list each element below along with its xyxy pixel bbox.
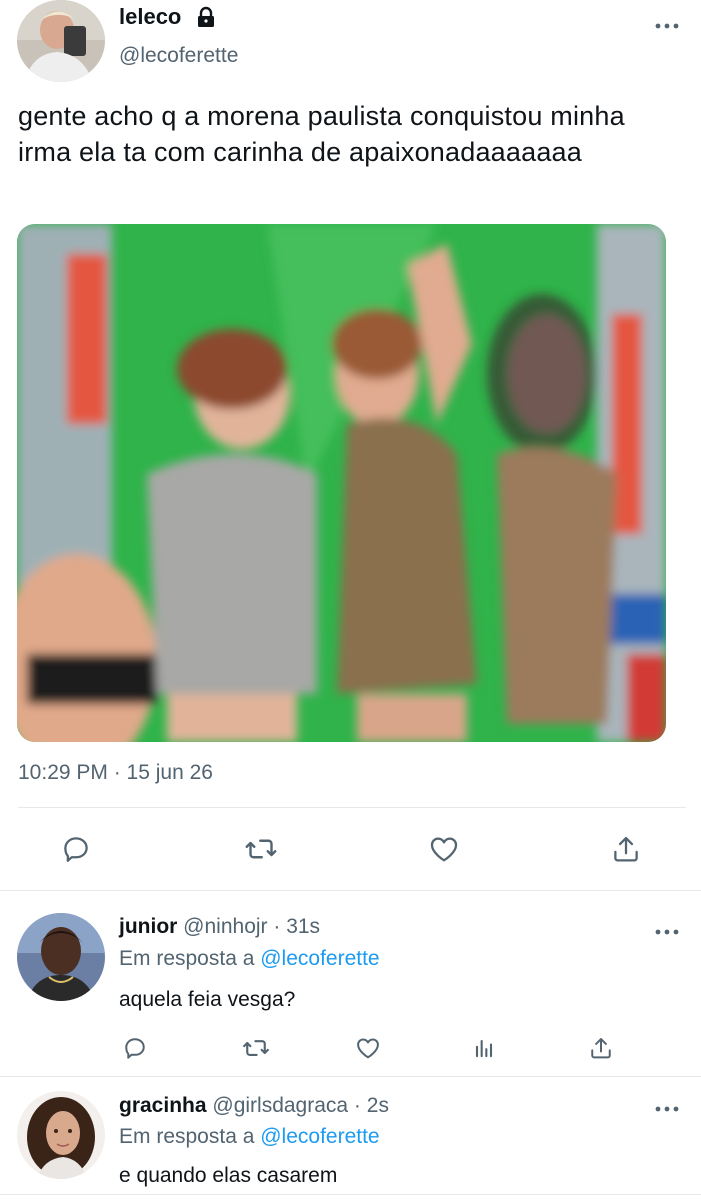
tweet-text: gente acho q a morena paulista conquisto… xyxy=(18,101,625,167)
more-icon[interactable] xyxy=(654,18,680,29)
reply-time[interactable]: 2s xyxy=(367,1094,389,1117)
tweet-timestamp[interactable]: 10:29 PM · 15 jun 26 xyxy=(18,761,213,785)
share-icon xyxy=(591,1038,611,1059)
reply-time[interactable]: 31s xyxy=(286,915,320,938)
replying-to: Em resposta a @lecoferette xyxy=(119,947,380,971)
retweet-button[interactable] xyxy=(241,829,281,869)
mention-link[interactable]: @lecoferette xyxy=(260,947,379,970)
media-image xyxy=(17,224,666,742)
more-icon[interactable] xyxy=(654,924,680,935)
like-button[interactable] xyxy=(352,1032,384,1064)
avatar-photo xyxy=(17,913,105,1001)
reply-header: gracinha @girlsdagraca · 2s xyxy=(119,1094,389,1118)
reply-header: junior @ninhojr · 31s xyxy=(119,915,320,939)
analytics-button[interactable] xyxy=(468,1032,500,1064)
display-name[interactable]: junior xyxy=(119,915,177,938)
like-icon xyxy=(430,837,458,862)
share-button[interactable] xyxy=(585,1032,617,1064)
handle[interactable]: @lecoferette xyxy=(119,44,238,68)
analytics-icon xyxy=(475,1039,493,1058)
separator: · xyxy=(267,915,287,938)
share-icon xyxy=(614,836,638,862)
display-name[interactable]: gracinha xyxy=(119,1094,207,1117)
retweet-button[interactable] xyxy=(240,1032,272,1064)
replying-prefix: Em resposta a xyxy=(119,947,261,970)
mention-link[interactable]: @lecoferette xyxy=(260,1125,379,1148)
handle[interactable]: @girlsdagraca xyxy=(212,1094,348,1117)
avatar[interactable] xyxy=(17,913,105,1001)
avatar-photo xyxy=(17,0,105,82)
avatar[interactable] xyxy=(17,1091,105,1179)
main-tweet: leleco @lecoferette gente acho q a moren… xyxy=(0,0,701,892)
tweet-media[interactable] xyxy=(17,224,666,742)
retweet-icon xyxy=(245,839,277,859)
reply-tweet[interactable]: junior @ninhojr · 31s Em resposta a @lec… xyxy=(0,891,701,1076)
like-icon xyxy=(357,1038,379,1059)
reply-text: e quando elas casarem xyxy=(119,1164,338,1187)
like-button[interactable] xyxy=(424,829,464,869)
reply-icon xyxy=(125,1038,145,1059)
retweet-icon xyxy=(243,1040,269,1056)
more-icon[interactable] xyxy=(654,1101,680,1112)
reply-button[interactable] xyxy=(119,1032,151,1064)
share-button[interactable] xyxy=(606,829,646,869)
reply-icon xyxy=(64,837,88,862)
replying-to: Em resposta a @lecoferette xyxy=(119,1125,380,1149)
divider xyxy=(18,807,686,808)
separator: · xyxy=(348,1094,367,1117)
reply-button[interactable] xyxy=(56,829,96,869)
display-name[interactable]: leleco xyxy=(119,4,181,30)
divider xyxy=(0,1194,701,1195)
reply-tweet[interactable]: gracinha @girlsdagraca · 2s Em resposta … xyxy=(0,1077,701,1200)
avatar-photo xyxy=(17,1091,105,1179)
replying-prefix: Em resposta a xyxy=(119,1125,261,1148)
reply-text: aquela feia vesga? xyxy=(119,988,296,1011)
lock-icon xyxy=(195,6,217,28)
avatar[interactable] xyxy=(17,0,105,82)
handle[interactable]: @ninhojr xyxy=(183,915,267,938)
